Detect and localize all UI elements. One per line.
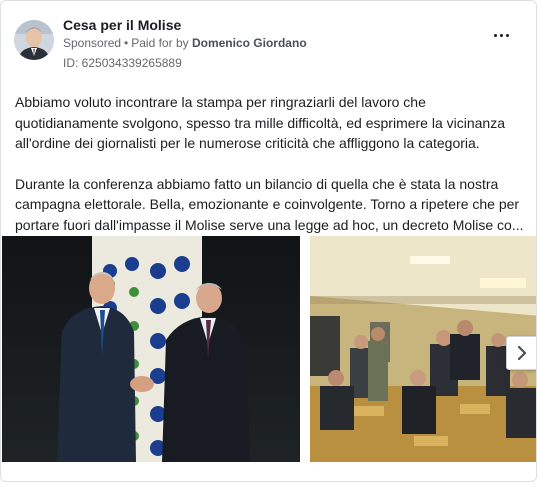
sponsored-meta: Sponsored • Paid for by Domenico Giordano xyxy=(63,36,307,50)
page-avatar[interactable] xyxy=(14,20,54,60)
paid-for-by-label: Paid for by xyxy=(131,36,189,50)
post-paragraph: Durante la conferenza abbiamo fatto un b… xyxy=(15,175,524,233)
carousel-photo-press-room[interactable] xyxy=(310,236,536,462)
chevron-right-icon xyxy=(517,346,527,360)
handshake-photo-image xyxy=(2,236,300,462)
meta-separator: • xyxy=(124,36,129,50)
more-horizontal-icon-dot xyxy=(499,33,503,37)
carousel-next-button[interactable] xyxy=(506,336,536,370)
more-options-button[interactable] xyxy=(488,26,514,44)
post-paragraph: Abbiamo voluto incontrare la stampa per … xyxy=(15,94,506,151)
carousel-photo-press-handshake[interactable] xyxy=(2,236,300,462)
avatar-portrait-image xyxy=(14,20,54,60)
ad-card: Cesa per il Molise Sponsored • Paid for by… xyxy=(0,0,537,482)
conference-room-photo-image xyxy=(310,236,536,462)
image-carousel xyxy=(1,236,536,464)
page-name[interactable]: Cesa per il Molise xyxy=(63,17,181,33)
post-body: Abbiamo voluto incontrare la stampa per … xyxy=(15,92,527,235)
sponsored-label: Sponsored xyxy=(63,36,122,50)
payer-name[interactable]: Domenico Giordano xyxy=(192,36,307,50)
more-horizontal-icon xyxy=(493,33,497,37)
ad-id: ID: 625034339265889 xyxy=(63,56,182,70)
post-header: Cesa per il Molise Sponsored • Paid for by… xyxy=(14,14,524,70)
more-horizontal-icon-dot xyxy=(505,33,509,37)
